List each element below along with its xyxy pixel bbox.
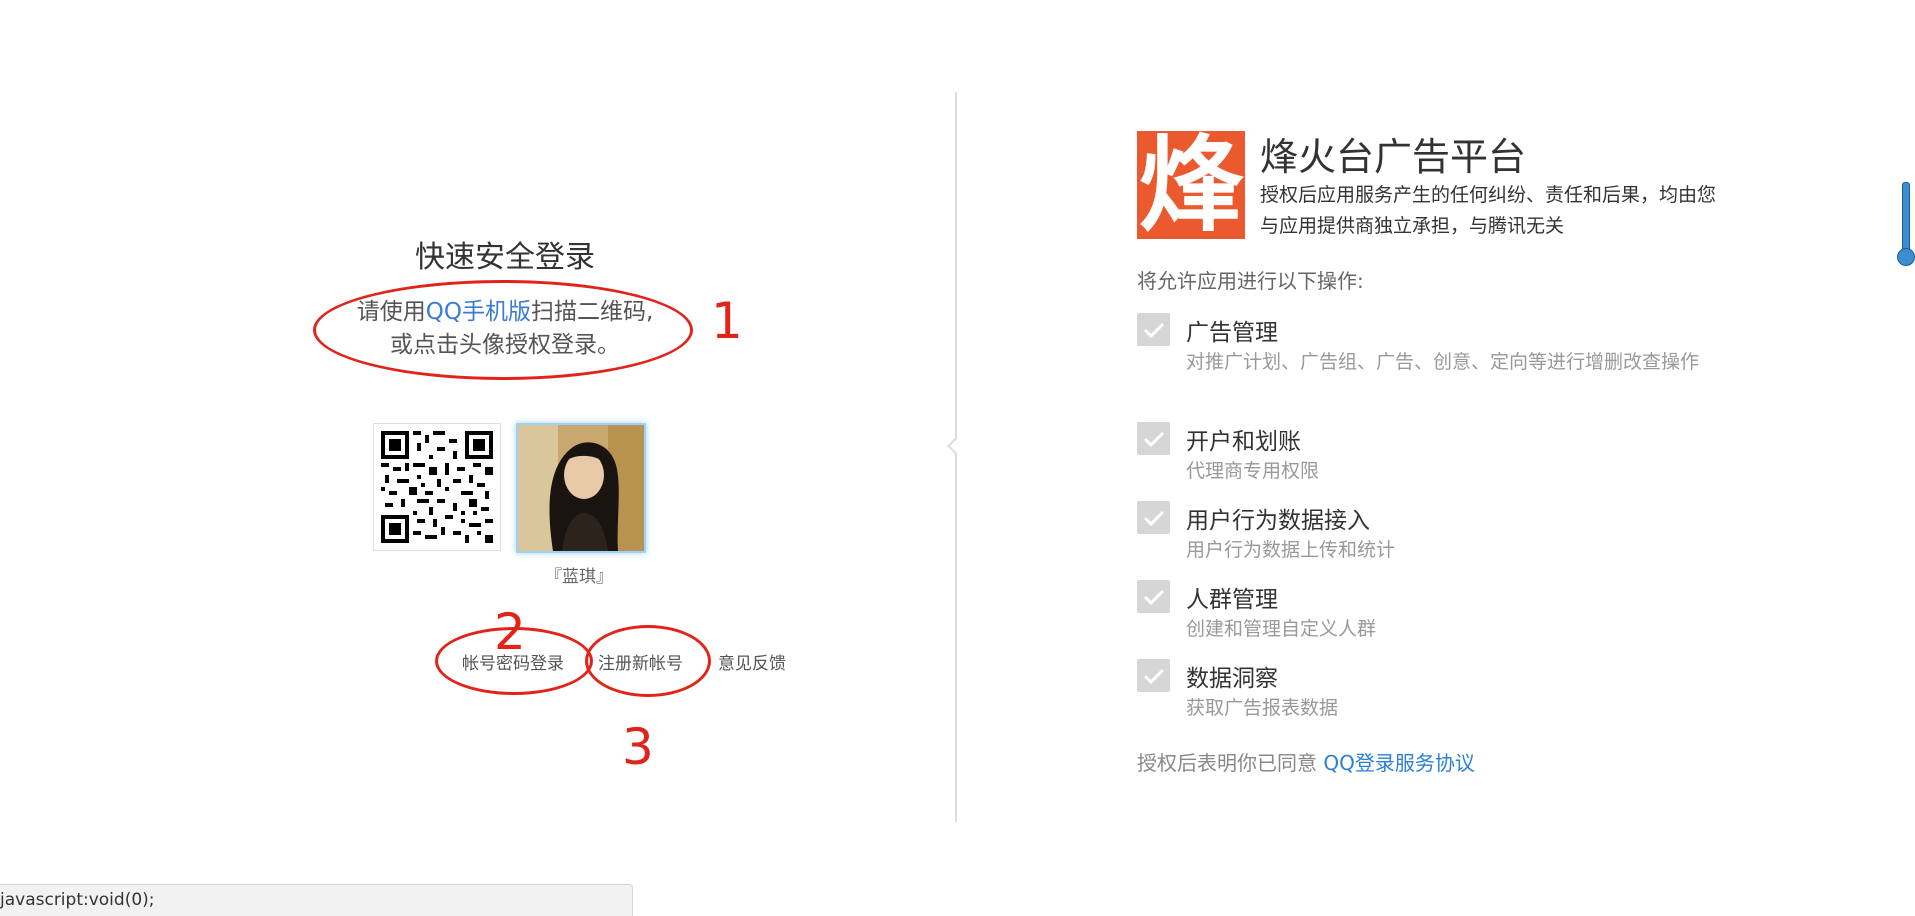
permission-checkbox[interactable] — [1137, 659, 1170, 692]
permission-item: 广告管理 对推广计划、广告组、广告、创意、定向等进行增删改查操作 — [1137, 313, 1737, 393]
permission-desc: 创建和管理自定义人群 — [1186, 618, 1377, 640]
login-title: 快速安全登录 — [415, 240, 595, 275]
permission-title: 人群管理 — [1186, 587, 1278, 613]
qr-code-graphic — [381, 431, 493, 543]
nickname: 『蓝琪』 — [545, 567, 613, 587]
permission-title: 广告管理 — [1186, 320, 1278, 346]
permission-desc: 代理商专用权限 — [1186, 460, 1320, 482]
permission-checkbox[interactable] — [1137, 580, 1170, 613]
check-icon — [1143, 322, 1165, 339]
feedback-link[interactable]: 意见反馈 — [718, 649, 786, 674]
permission-desc: 获取广告报表数据 — [1186, 697, 1339, 719]
permission-item: 用户行为数据接入 用户行为数据上传和统计 — [1137, 501, 1737, 581]
annotation-number-1: 1 — [711, 292, 743, 350]
permission-item: 人群管理 创建和管理自定义人群 — [1137, 580, 1737, 660]
permission-title: 用户行为数据接入 — [1186, 508, 1370, 534]
check-icon — [1143, 510, 1165, 527]
qq-login-agreement-link[interactable]: QQ登录服务协议 — [1323, 751, 1474, 775]
panel-divider — [955, 92, 957, 822]
qr-code-icon — [373, 423, 501, 551]
permission-checkbox[interactable] — [1137, 313, 1170, 346]
annotation-ellipse-3 — [585, 625, 711, 697]
permission-title: 开户和划账 — [1186, 429, 1301, 455]
permission-item: 开户和划账 代理商专用权限 — [1137, 422, 1737, 502]
permission-title: 数据洞察 — [1186, 666, 1278, 692]
permissions-intro: 将允许应用进行以下操作: — [1137, 269, 1364, 293]
permission-desc: 用户行为数据上传和统计 — [1186, 539, 1396, 561]
check-icon — [1143, 589, 1165, 606]
browser-status-bar: javascript:void(0); — [0, 884, 633, 916]
app-name: 烽火台广告平台 — [1260, 135, 1527, 179]
app-logo: 烽 — [1137, 131, 1245, 239]
check-icon — [1143, 431, 1165, 448]
scroll-indicator-knob[interactable] — [1897, 248, 1915, 266]
app-disclaimer: 授权后应用服务产生的任何纠纷、责任和后果，均由您与应用提供商独立承担，与腾讯无关 — [1260, 184, 1717, 237]
annotation-number-2: 2 — [494, 603, 526, 661]
agreement-prefix: 授权后表明你已同意 — [1137, 751, 1324, 775]
permission-checkbox[interactable] — [1137, 422, 1170, 455]
avatar-image[interactable] — [516, 423, 646, 553]
permission-item: 数据洞察 获取广告报表数据 — [1137, 659, 1737, 739]
avatar-photo — [518, 425, 644, 551]
permission-checkbox[interactable] — [1137, 501, 1170, 534]
check-icon — [1143, 668, 1165, 685]
divider-notch-inner — [950, 438, 958, 454]
annotation-number-3: 3 — [622, 718, 654, 776]
permission-desc: 对推广计划、广告组、广告、创意、定向等进行增删改查操作 — [1186, 351, 1700, 373]
annotation-ellipse-1 — [313, 280, 693, 380]
agreement-text: 授权后表明你已同意 QQ登录服务协议 — [1137, 747, 1475, 776]
